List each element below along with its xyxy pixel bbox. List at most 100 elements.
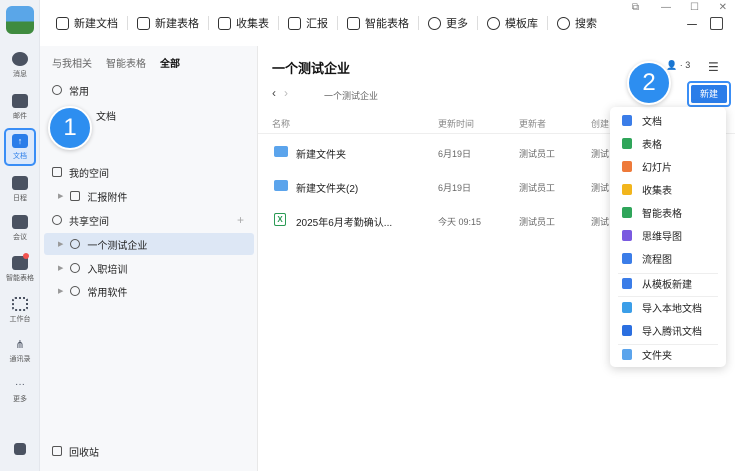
menu-item-flowchart[interactable]: 流程图 xyxy=(610,247,726,269)
rail-item-docs[interactable]: ↑ 文档 xyxy=(0,128,40,166)
col-updated[interactable]: 更新时间 xyxy=(438,117,474,130)
clock-icon xyxy=(52,85,62,95)
menu-item-smart-sheet[interactable]: 智能表格 xyxy=(610,201,726,223)
member-button[interactable]: 👤 · 3 xyxy=(666,60,690,71)
template-library-button[interactable]: 模板库 xyxy=(481,10,544,36)
row-updater: 测试员工 xyxy=(519,183,556,193)
nav-shared-item-onboarding[interactable]: ▶ 入职培训 xyxy=(40,257,258,279)
rail-label: 邮件 xyxy=(13,113,27,120)
more-button[interactable]: 更多 xyxy=(422,10,474,36)
new-sheet-button[interactable]: 新建表格 xyxy=(131,10,205,36)
rail-item-mail[interactable]: 邮件 xyxy=(0,94,40,121)
app-logo[interactable] xyxy=(6,6,34,34)
expand-arrow-icon[interactable]: ▶ xyxy=(58,287,63,295)
menu-item-slides[interactable]: 幻灯片 xyxy=(610,155,726,177)
smart-sheet-button[interactable]: 智能表格 xyxy=(341,10,415,36)
nav-shared-space[interactable]: 共享空间 + xyxy=(40,209,258,231)
rail-label: 消息 xyxy=(13,71,27,78)
rail-item-workbench[interactable]: 工作台 xyxy=(0,297,40,324)
shared-folder-icon xyxy=(274,146,288,157)
menu-item-doc[interactable]: 文档 xyxy=(610,109,726,131)
new-button[interactable]: 新建 xyxy=(687,81,731,107)
menu-item-import-tencent[interactable]: 导入腾讯文档 xyxy=(610,319,726,341)
rail-item-calendar[interactable]: 日程 xyxy=(0,176,40,203)
tab-related[interactable]: 与我相关 xyxy=(52,55,92,76)
nav-common[interactable]: 常用 xyxy=(40,79,258,101)
col-updater[interactable]: 更新者 xyxy=(519,117,546,130)
layout-toggle-icon[interactable] xyxy=(710,17,723,30)
rail-item-stats[interactable] xyxy=(0,443,40,455)
nav-report-attachments-label: 汇报附件 xyxy=(87,192,128,204)
collect-form-button[interactable]: 收集表 xyxy=(212,10,275,36)
menu-item-sheet[interactable]: 表格 xyxy=(610,132,726,154)
document-icon xyxy=(56,16,69,30)
maximize-icon[interactable]: ☐ xyxy=(690,2,699,13)
menu-item-folder[interactable]: 文件夹 xyxy=(610,343,726,365)
menu-line-icon[interactable] xyxy=(687,24,697,25)
report-label: 汇报 xyxy=(306,18,328,30)
chat-bubble-icon xyxy=(12,52,28,66)
briefcase-icon xyxy=(218,16,231,30)
menu-item-mindmap[interactable]: 思维导图 xyxy=(610,224,726,246)
folder-icon xyxy=(70,191,81,201)
smart-table-icon xyxy=(347,16,360,30)
new-sheet-label: 新建表格 xyxy=(155,18,199,30)
nav-shared-item-label: 入职培训 xyxy=(87,264,128,276)
menu-item-label: 导入本地文档 xyxy=(642,303,702,315)
close-icon[interactable]: ✕ xyxy=(719,2,727,13)
nav-shared-item-test-company[interactable]: ▶ 一个测试企业 xyxy=(44,233,254,255)
expand-arrow-icon[interactable]: ▶ xyxy=(58,192,63,200)
shared-users-icon xyxy=(52,215,62,225)
rail-item-more[interactable]: ··· 更多 xyxy=(0,377,40,404)
divider xyxy=(278,16,279,30)
more-icon: ··· xyxy=(15,378,25,390)
rail-label: 日程 xyxy=(13,195,27,202)
template-icon xyxy=(622,277,632,289)
more-label: 更多 xyxy=(446,18,468,30)
rail-item-contacts[interactable]: ⋔ 通讯录 xyxy=(0,337,40,364)
menu-item-import-local[interactable]: 导入本地文档 xyxy=(610,296,726,318)
col-name[interactable]: 名称 xyxy=(272,117,290,130)
new-doc-button[interactable]: 新建文档 xyxy=(50,10,124,36)
nav-my-space[interactable]: 我的空间 xyxy=(40,161,258,183)
report-button[interactable]: 汇报 xyxy=(282,10,334,36)
cube-icon xyxy=(70,239,81,249)
form-icon xyxy=(622,183,632,195)
rail-item-messages[interactable]: 消息 xyxy=(0,52,40,79)
rail-item-smart-table[interactable]: 智能表格 xyxy=(0,253,40,283)
expand-arrow-icon[interactable]: ▶ xyxy=(58,240,63,248)
nav-shared-item-software[interactable]: ▶ 常用软件 xyxy=(40,280,258,302)
forward-arrow-icon[interactable]: › xyxy=(284,86,288,100)
contacts-icon: ⋔ xyxy=(15,338,25,351)
menu-item-label: 流程图 xyxy=(642,254,672,266)
minimize-icon[interactable]: — xyxy=(661,2,671,13)
row-updater: 测试员工 xyxy=(519,149,556,159)
excel-file-icon: X xyxy=(274,213,286,226)
col-creator[interactable]: 创建 xyxy=(591,117,609,130)
menu-item-collect-form[interactable]: 收集表 xyxy=(610,178,726,200)
rail-label: 智能表格 xyxy=(6,275,34,282)
divider xyxy=(208,16,209,30)
tab-all[interactable]: 全部 xyxy=(160,55,180,76)
add-space-icon[interactable]: + xyxy=(237,213,244,227)
row-name: 新建文件夹(2) xyxy=(296,184,359,195)
smart-table-icon xyxy=(622,206,632,218)
expand-arrow-icon[interactable]: ▶ xyxy=(58,264,63,272)
nav-report-attachments[interactable]: ▶ 汇报附件 xyxy=(40,185,258,207)
hamburger-menu-icon[interactable]: ☰ xyxy=(708,60,719,74)
bar-chart-icon xyxy=(14,443,26,455)
search-button[interactable]: 搜索 xyxy=(551,10,603,36)
cloud-drive-icon xyxy=(52,167,62,177)
doc-icon xyxy=(622,114,632,126)
nav-trash[interactable]: 回收站 xyxy=(40,440,258,462)
back-arrow-icon[interactable]: ‹ xyxy=(272,86,276,100)
cube-icon xyxy=(70,286,81,296)
breadcrumb[interactable]: 一个测试企业 xyxy=(324,89,378,102)
row-date: 6月19日 xyxy=(438,183,472,193)
new-dropdown-menu: 文档 表格 幻灯片 收集表 智能表格 思维导图 流程图 从模板新建 导入本地文档… xyxy=(610,107,726,367)
pin-icon[interactable]: ⧉ xyxy=(632,2,639,13)
row-creator: 测试 xyxy=(591,183,610,193)
menu-item-from-template[interactable]: 从模板新建 xyxy=(610,272,726,294)
rail-item-meeting[interactable]: 会议 xyxy=(0,215,40,242)
tab-smart-sheet[interactable]: 智能表格 xyxy=(106,55,146,76)
